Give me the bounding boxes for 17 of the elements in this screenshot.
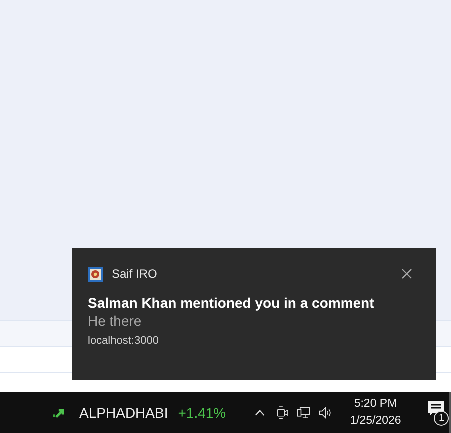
network-icon[interactable]: [297, 406, 311, 420]
notification-message: He there: [88, 312, 143, 330]
notification-toast[interactable]: Saif IRO Salman Khan mentioned you in a comment He there localhost:3000: [72, 248, 436, 380]
stock-symbol[interactable]: ALPHADHABI: [80, 404, 168, 420]
notification-source: localhost:3000: [88, 335, 160, 347]
notification-title: Salman Khan mentioned you in a comment: [88, 294, 376, 312]
trend-arrow-icon[interactable]: [53, 406, 67, 418]
app-name: Saif IRO: [112, 267, 158, 281]
camera-icon[interactable]: [277, 404, 290, 420]
clock-date[interactable]: 1/25/2026: [350, 412, 402, 430]
app-icon: [88, 266, 103, 282]
stock-change[interactable]: +1.41%: [178, 404, 226, 420]
close-icon[interactable]: [402, 269, 412, 279]
clock-time[interactable]: 5:20 PM: [354, 396, 398, 412]
chevron-up-icon[interactable]: [255, 408, 266, 416]
notification-count: 1: [434, 410, 450, 426]
volume-icon[interactable]: [318, 406, 332, 420]
